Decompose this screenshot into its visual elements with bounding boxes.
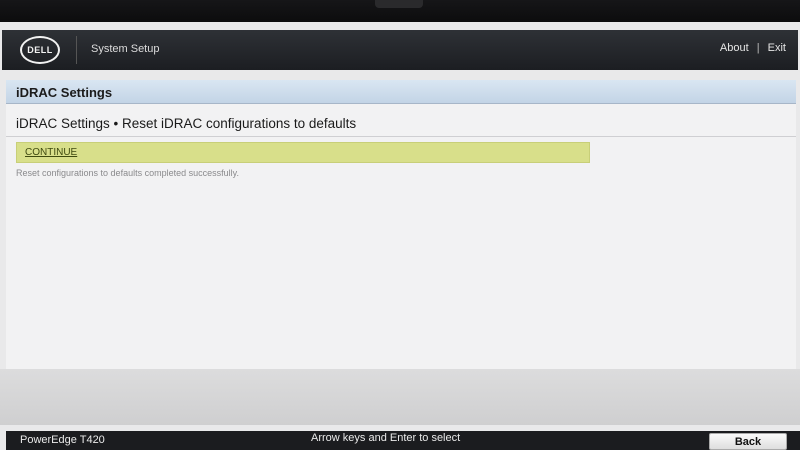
monitor-bezel (0, 0, 800, 22)
page-title: iDRAC Settings • Reset iDRAC configurati… (16, 116, 357, 131)
bezel-notch (375, 0, 423, 8)
status-message: Reset configurations to defaults complet… (16, 168, 239, 178)
top-header: DELL System Setup About | Exit (2, 30, 798, 70)
lower-panel (0, 369, 800, 425)
about-link[interactable]: About (720, 42, 749, 54)
main-content: iDRAC Settings • Reset iDRAC configurati… (6, 104, 796, 369)
continue-link[interactable]: CONTINUE (25, 147, 77, 158)
link-separator: | (756, 42, 760, 54)
exit-link[interactable]: Exit (768, 42, 786, 54)
logo-text: DELL (27, 45, 53, 55)
system-model: PowerEdge T420 (20, 434, 105, 446)
section-title: iDRAC Settings (16, 85, 113, 100)
dell-logo-icon: DELL (20, 36, 60, 64)
continue-row[interactable]: CONTINUE (16, 142, 590, 163)
header-divider (76, 36, 77, 64)
app-title: System Setup (91, 43, 160, 55)
heading-divider (6, 136, 796, 137)
section-header: iDRAC Settings (6, 80, 796, 104)
footer-bar: PowerEdge T420 Arrow keys and Enter to s… (6, 431, 800, 450)
header-links: About | Exit (720, 42, 786, 54)
navigation-hint: Arrow keys and Enter to select (311, 432, 461, 444)
setup-screen: DELL System Setup About | Exit iDRAC Set… (0, 22, 800, 450)
back-button[interactable]: Back (709, 433, 787, 450)
